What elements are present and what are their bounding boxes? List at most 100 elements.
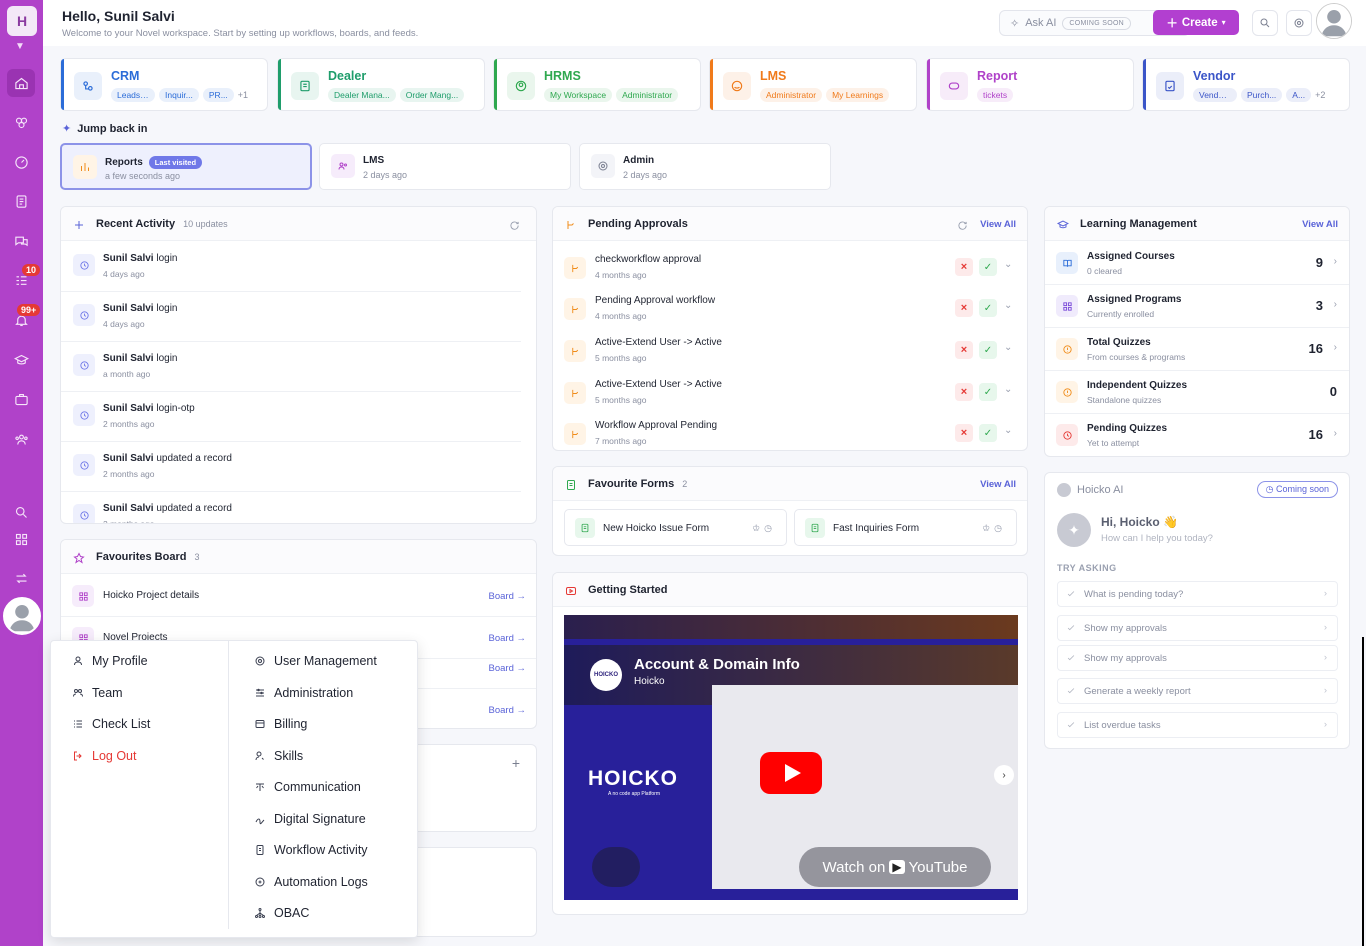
chevron-right-icon[interactable]: › bbox=[1334, 342, 1337, 353]
module-tag[interactable]: Leads ... bbox=[111, 88, 155, 102]
module-tag[interactable]: A... bbox=[1286, 88, 1312, 102]
ai-suggestion[interactable]: What is pending today? › bbox=[1057, 581, 1338, 607]
watch-on-youtube-button[interactable]: Watch on ▶ YouTube bbox=[799, 847, 991, 887]
settings-button[interactable] bbox=[1286, 10, 1312, 36]
approval-item[interactable]: Workflow Approval Pending 7 months ago ×… bbox=[553, 412, 1027, 450]
activity-item[interactable]: Sunil Salvi login 4 days ago bbox=[61, 242, 521, 292]
module-card-hrms[interactable]: HRMS My Workspace Administrator bbox=[493, 58, 701, 111]
menu-item-skills[interactable]: Skills bbox=[254, 749, 303, 763]
chevron-down-icon[interactable]: ▼ bbox=[15, 41, 25, 52]
ai-suggestion[interactable]: List overdue tasks › bbox=[1057, 712, 1338, 738]
reject-button[interactable]: × bbox=[955, 424, 973, 442]
menu-item-user-management[interactable]: User Management bbox=[254, 654, 377, 668]
chat-icon[interactable] bbox=[7, 227, 35, 255]
module-tag[interactable]: Administrator bbox=[616, 88, 679, 102]
crown-clock-icons[interactable]: ♔◷ bbox=[982, 523, 1006, 534]
briefcase-icon[interactable] bbox=[7, 385, 35, 413]
activity-item[interactable]: Sunil Salvi login a month ago bbox=[61, 342, 521, 392]
jump-card-admin[interactable]: Admin 2 days ago bbox=[579, 143, 831, 190]
menu-item-team[interactable]: Team bbox=[72, 686, 123, 700]
menu-item-obac[interactable]: OBAC bbox=[254, 906, 309, 920]
user-avatar[interactable] bbox=[1316, 3, 1352, 39]
board-link[interactable]: Board → bbox=[489, 663, 527, 674]
search-icon[interactable] bbox=[7, 498, 35, 526]
approve-button[interactable]: ✓ bbox=[979, 424, 997, 442]
more-tags-count[interactable]: +2 bbox=[1315, 90, 1325, 100]
view-all-link[interactable]: View All bbox=[980, 219, 1016, 230]
approval-item[interactable]: checkworkflow approval 4 months ago × ✓ … bbox=[553, 246, 1027, 288]
module-tag[interactable]: Purch... bbox=[1241, 88, 1283, 102]
module-tag[interactable]: My Workspace bbox=[544, 88, 613, 102]
approve-button[interactable]: ✓ bbox=[979, 383, 997, 401]
graduation-cap-icon[interactable] bbox=[7, 346, 35, 374]
module-tag[interactable]: My Learnings bbox=[826, 88, 890, 102]
menu-item-log-out[interactable]: Log Out bbox=[72, 749, 136, 763]
link-icon[interactable] bbox=[592, 847, 640, 887]
menu-item-administration[interactable]: Administration bbox=[254, 686, 353, 700]
more-tags-count[interactable]: +1 bbox=[238, 90, 248, 100]
avatar[interactable] bbox=[3, 597, 41, 635]
board-link[interactable]: Board → bbox=[489, 705, 527, 716]
chevron-right-icon[interactable]: › bbox=[994, 765, 1014, 785]
approve-button[interactable]: ✓ bbox=[979, 299, 997, 317]
crown-clock-icons[interactable]: ♔◷ bbox=[752, 523, 776, 534]
module-tag[interactable]: Order Mang... bbox=[399, 88, 465, 102]
reject-button[interactable]: × bbox=[955, 341, 973, 359]
chevron-down-icon[interactable]: ⌄ bbox=[1004, 425, 1012, 436]
module-card-report[interactable]: Report tickets bbox=[926, 58, 1134, 111]
menu-item-digital-signature[interactable]: Digital Signature bbox=[254, 812, 366, 826]
reject-button[interactable]: × bbox=[955, 383, 973, 401]
menu-item-communication[interactable]: Communication bbox=[254, 780, 361, 794]
chevron-right-icon[interactable]: › bbox=[1334, 256, 1337, 267]
module-tag[interactable]: Administrator bbox=[760, 88, 823, 102]
module-card-dealer[interactable]: Dealer Dealer Mana... Order Mang... bbox=[277, 58, 485, 111]
add-icon[interactable]: + bbox=[512, 755, 520, 771]
chevron-down-icon[interactable]: ⌄ bbox=[1004, 300, 1012, 311]
video-title[interactable]: Account & Domain Info bbox=[634, 656, 800, 673]
activity-item[interactable]: Sunil Salvi login 4 days ago bbox=[61, 292, 521, 342]
module-card-lms[interactable]: LMS Administrator My Learnings bbox=[709, 58, 917, 111]
document-icon[interactable] bbox=[7, 187, 35, 215]
search-button[interactable] bbox=[1252, 10, 1278, 36]
chevron-down-icon[interactable]: ⌄ bbox=[1004, 259, 1012, 270]
jump-card-reports[interactable]: Reports Last visited a few seconds ago bbox=[60, 143, 312, 190]
chevron-right-icon[interactable]: › bbox=[1334, 299, 1337, 310]
youtube-play-icon[interactable] bbox=[760, 752, 822, 794]
video-player[interactable]: HOICKO Account & Domain Info Hoicko HOIC… bbox=[564, 615, 1018, 900]
learning-item[interactable]: Assigned Courses 0 cleared 9 › bbox=[1045, 242, 1349, 285]
activity-item[interactable]: Sunil Salvi updated a record 2 months ag… bbox=[61, 442, 521, 492]
view-all-link[interactable]: View All bbox=[1302, 219, 1338, 230]
chevron-down-icon[interactable]: ⌄ bbox=[1004, 342, 1012, 353]
menu-item-automation-logs[interactable]: Automation Logs bbox=[254, 875, 368, 889]
board-link[interactable]: Board → bbox=[489, 591, 527, 602]
module-tag[interactable]: Vendor... bbox=[1193, 88, 1237, 102]
reject-button[interactable]: × bbox=[955, 258, 973, 276]
apps-icon[interactable] bbox=[7, 108, 35, 136]
approval-item[interactable]: Active-Extend User -> Active 5 months ag… bbox=[553, 371, 1027, 413]
video-channel[interactable]: Hoicko bbox=[634, 676, 665, 687]
workspace-logo[interactable]: H bbox=[7, 6, 37, 36]
learning-item[interactable]: Assigned Programs Currently enrolled 3 › bbox=[1045, 285, 1349, 328]
form-card[interactable]: New Hoicko Issue Form ♔◷ bbox=[564, 509, 787, 546]
module-tag[interactable]: Inquir... bbox=[159, 88, 199, 102]
menu-item-billing[interactable]: Billing bbox=[254, 717, 307, 731]
activity-item[interactable]: Sunil Salvi login-otp 2 months ago bbox=[61, 392, 521, 442]
refresh-icon[interactable] bbox=[509, 218, 521, 230]
activity-item[interactable]: Sunil Salvi updated a record 2 months ag… bbox=[61, 492, 521, 523]
module-card-vendor[interactable]: Vendor Vendor... Purch... A... +2 bbox=[1142, 58, 1350, 111]
learning-item[interactable]: Total Quizzes From courses & programs 16… bbox=[1045, 328, 1349, 371]
menu-item-my-profile[interactable]: My Profile bbox=[72, 654, 148, 668]
chevron-down-icon[interactable]: ⌄ bbox=[1004, 384, 1012, 395]
menu-item-check-list[interactable]: Check List bbox=[72, 717, 150, 731]
module-tag[interactable]: Dealer Mana... bbox=[328, 88, 396, 102]
ai-suggestion[interactable]: Show my approvals › bbox=[1057, 615, 1338, 641]
module-tag[interactable]: PR... bbox=[202, 88, 234, 102]
approval-item[interactable]: Pending Approval workflow 4 months ago ×… bbox=[553, 287, 1027, 329]
menu-item-workflow-activity[interactable]: Workflow Activity bbox=[254, 843, 368, 857]
home-icon[interactable] bbox=[7, 69, 35, 97]
approval-item[interactable]: Active-Extend User -> Active 5 months ag… bbox=[553, 329, 1027, 371]
chevron-right-icon[interactable]: › bbox=[1334, 428, 1337, 439]
channel-logo[interactable]: HOICKO bbox=[590, 659, 622, 691]
users-icon[interactable] bbox=[7, 425, 35, 453]
approve-button[interactable]: ✓ bbox=[979, 341, 997, 359]
